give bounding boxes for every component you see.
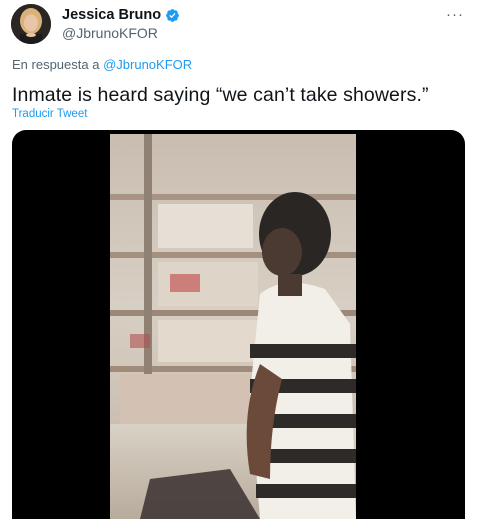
verified-badge-icon (165, 8, 180, 23)
video-frame[interactable] (110, 134, 356, 519)
avatar[interactable] (11, 4, 51, 44)
tweet-card: Jessica Bruno @JbrunoKFOR ··· En respues… (0, 0, 483, 519)
reply-prefix: En respuesta a (12, 57, 100, 72)
translate-tweet-link[interactable]: Traducir Tweet (12, 108, 87, 120)
reply-mention-link[interactable]: @JbrunoKFOR (103, 57, 192, 72)
author-name-text[interactable]: Jessica Bruno (62, 7, 161, 23)
tweet-text: Inmate is heard saying “we can’t take sh… (12, 84, 429, 106)
author-name[interactable]: Jessica Bruno (62, 7, 180, 23)
reply-context: En respuesta a @JbrunoKFOR (12, 57, 192, 72)
avatar-image (11, 4, 51, 44)
author-handle[interactable]: @JbrunoKFOR (62, 25, 158, 41)
more-options-icon[interactable]: ··· (445, 6, 465, 23)
video-still-image (110, 134, 356, 519)
video-player[interactable] (12, 130, 465, 519)
